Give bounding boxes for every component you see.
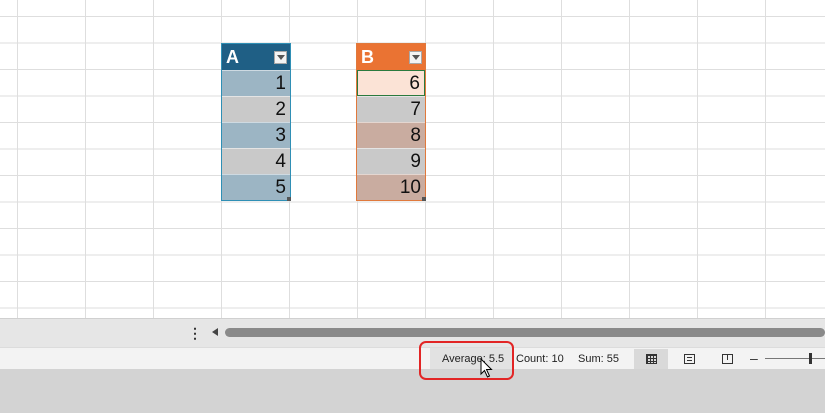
sheet-tab-bar: ⋮ — [0, 318, 825, 348]
status-count[interactable]: Count: 10 — [516, 353, 564, 366]
table-b: B 6 7 8 9 10 — [356, 43, 426, 201]
table-b-cell[interactable]: 9 — [357, 148, 425, 174]
scroll-left-icon[interactable] — [208, 324, 222, 340]
table-b-cell-active[interactable]: 6 — [357, 70, 425, 96]
taskbar-area — [0, 369, 825, 413]
table-b-cell[interactable]: 7 — [357, 96, 425, 122]
table-b-header[interactable]: B — [357, 44, 425, 70]
page-break-preview-button[interactable] — [710, 349, 744, 369]
annotation-highlight-box — [419, 341, 514, 380]
normal-view-button[interactable] — [634, 349, 668, 369]
table-a-cell[interactable]: 1 — [222, 70, 290, 96]
sheet-options-icon[interactable]: ⋮ — [188, 324, 202, 342]
table-a-resize-handle[interactable] — [287, 197, 291, 201]
page-layout-button[interactable] — [672, 349, 706, 369]
table-a-cell[interactable]: 5 — [222, 174, 290, 200]
table-a-cell[interactable]: 2 — [222, 96, 290, 122]
mouse-pointer-icon — [480, 358, 493, 378]
page-layout-icon — [683, 354, 695, 364]
table-b-cell[interactable]: 8 — [357, 122, 425, 148]
table-a-cell[interactable]: 4 — [222, 148, 290, 174]
zoom-slider-thumb[interactable] — [809, 353, 812, 364]
table-a-header[interactable]: A — [222, 44, 290, 70]
table-a-cell[interactable]: 3 — [222, 122, 290, 148]
table-b-cell[interactable]: 10 — [357, 174, 425, 200]
table-a-filter-icon[interactable] — [274, 51, 287, 64]
zoom-out-button[interactable]: – — [750, 349, 758, 367]
table-b-filter-icon[interactable] — [409, 51, 422, 64]
zoom-slider-track[interactable] — [765, 358, 825, 359]
horizontal-scrollbar-thumb[interactable] — [225, 328, 825, 337]
spreadsheet-grid[interactable]: A 1 2 3 4 5 B 6 7 8 9 10 — [0, 0, 825, 318]
status-sum[interactable]: Sum: 55 — [578, 353, 619, 366]
normal-view-icon — [645, 354, 657, 364]
table-b-header-label: B — [361, 47, 374, 67]
page-break-preview-icon — [721, 354, 733, 364]
table-a: A 1 2 3 4 5 — [221, 43, 291, 201]
status-bar: Average: 5.5 Count: 10 Sum: 55 – — [0, 347, 825, 370]
table-b-resize-handle[interactable] — [422, 197, 426, 201]
table-a-header-label: A — [226, 47, 239, 67]
